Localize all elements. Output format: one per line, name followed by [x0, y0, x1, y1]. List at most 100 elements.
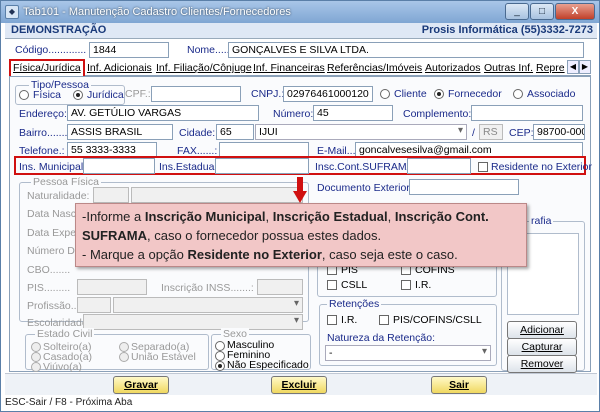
tab-referencias[interactable]: Referências/Imóveis: [325, 60, 424, 76]
numero-input[interactable]: 45: [313, 105, 393, 121]
cep-label: CEP:: [509, 127, 534, 139]
gravar-button[interactable]: Gravar: [113, 376, 169, 394]
masculino-radio[interactable]: [215, 341, 225, 351]
juridica-radio[interactable]: [73, 90, 83, 100]
solteiro-radio[interactable]: [31, 342, 41, 352]
uniao-estavel-radio[interactable]: [119, 352, 129, 362]
codigo-input[interactable]: 1844: [89, 42, 169, 58]
viuvo-radio[interactable]: [31, 362, 41, 372]
profissao-select[interactable]: [113, 297, 303, 313]
naturalidade-input[interactable]: [131, 187, 303, 203]
tab-autorizados[interactable]: Autorizados: [423, 60, 482, 76]
app-icon: ◆: [5, 5, 19, 19]
nao-especificado-label: Não Especificado: [227, 359, 309, 371]
adicionar-button[interactable]: Adicionar: [507, 321, 577, 339]
cidade-label: Cidade:: [179, 127, 216, 139]
pis-label: PIS.........: [27, 282, 71, 294]
naturalidade-code-input[interactable]: [93, 187, 129, 203]
retencao-ir-checkbox[interactable]: [327, 315, 337, 325]
tab-scroll-left-icon[interactable]: ◀: [567, 60, 579, 74]
sair-button[interactable]: Sair: [431, 376, 487, 394]
cidade-select[interactable]: IJUI: [255, 124, 467, 140]
uf-separator: /: [472, 127, 475, 139]
natureza-retencao-select[interactable]: -: [325, 345, 491, 361]
status-bar-text: ESC-Sair / F8 - Próxima Aba: [5, 397, 133, 408]
retencoes-title: Retenções: [327, 298, 382, 310]
tab-outras-inf[interactable]: Outras Inf.: [482, 60, 535, 76]
cbo-label: CBO.......: [27, 264, 71, 276]
associado-radio[interactable]: [513, 89, 523, 99]
tab-bar: Física/Jurídica Inf. Adicionais Inf. Fil…: [9, 59, 591, 78]
suframa-input[interactable]: [407, 158, 471, 174]
callout-bold: Residente no Exterior: [187, 247, 322, 262]
instruction-callout: -Informe a Inscrição Municipal, Inscriçã…: [75, 203, 527, 267]
cliente-radio[interactable]: [380, 89, 390, 99]
excluir-button[interactable]: Excluir: [271, 376, 327, 394]
callout-bold: Inscrição Municipal: [144, 209, 266, 224]
nome-input[interactable]: GONÇALVES E SILVA LTDA.: [228, 42, 584, 58]
ins-estadual-label: Ins.Estadual:: [159, 161, 220, 173]
profissao-code-input[interactable]: [77, 297, 111, 313]
csll-checkbox[interactable]: [327, 280, 337, 290]
close-button[interactable]: X: [555, 3, 595, 20]
callout-bold: SUFRAMA: [82, 228, 147, 243]
escolaridade-select[interactable]: [83, 314, 303, 330]
red-arrow-icon: [293, 177, 307, 203]
cidade-code-input[interactable]: 65: [216, 124, 254, 140]
uf-input[interactable]: RS: [479, 124, 503, 140]
ins-estadual-input[interactable]: [215, 158, 309, 174]
nao-especificado-radio[interactable]: [215, 361, 225, 371]
bairro-input[interactable]: ASSIS BRASIL: [67, 124, 173, 140]
casado-radio[interactable]: [31, 352, 41, 362]
ir-checkbox-label: I.R.: [415, 279, 432, 291]
natureza-retencao-value: -: [329, 347, 333, 359]
separado-radio[interactable]: [119, 342, 129, 352]
endereco-label: Endereço:: [19, 108, 67, 120]
cnpj-input[interactable]: 02976461000120: [283, 86, 373, 102]
fisica-radio[interactable]: [19, 90, 29, 100]
fisica-label: Física: [33, 89, 62, 101]
ir-checkbox[interactable]: [401, 280, 411, 290]
cep-input[interactable]: 98700-000: [533, 124, 585, 140]
window-title: Tab101 - Manutenção Cadastro Clientes/Fo…: [23, 6, 291, 18]
tab-repre[interactable]: Repre: [534, 60, 567, 76]
callout-text: - Marque a opção: [82, 247, 188, 262]
ins-municipal-input[interactable]: [83, 158, 155, 174]
minimize-button[interactable]: _: [505, 3, 529, 20]
tab-inf-financeiras[interactable]: Inf. Financeiras: [251, 60, 327, 76]
fornecedor-radio[interactable]: [434, 89, 444, 99]
profissao-label: Profissão..:: [27, 300, 80, 312]
remover-button[interactable]: Remover: [507, 355, 577, 373]
juridica-label: Jurídica: [87, 89, 124, 101]
data-nascimento-label: Data Nasci: [27, 208, 79, 220]
tab-inf-filiacao[interactable]: Inf. Filiação/Cônjuge: [154, 60, 254, 76]
codigo-label: Código.............: [15, 44, 87, 56]
nome-label: Nome.....:: [187, 44, 233, 56]
cpf-input[interactable]: [151, 86, 241, 102]
callout-line-2: SUFRAMA, caso o fornecedor possua estes …: [82, 226, 520, 245]
tab-inf-adicionais[interactable]: Inf. Adicionais: [85, 60, 154, 76]
residente-exterior-checkbox[interactable]: [478, 162, 488, 172]
cpf-label: CPF.:: [125, 88, 151, 100]
callout-text: , caso o fornecedor possua estes dados.: [147, 228, 382, 243]
endereco-input[interactable]: AV. GETÚLIO VARGAS: [67, 105, 259, 121]
residente-exterior-label: Residente no Exterior: [491, 161, 592, 173]
documento-exterior-input[interactable]: [409, 179, 519, 195]
callout-text: , caso seja este o caso.: [321, 247, 458, 262]
numero-label: Número:: [273, 108, 314, 120]
bairro-label: Bairro.......:: [19, 127, 71, 139]
inscricao-inss-input[interactable]: [257, 279, 303, 295]
pis-input[interactable]: [77, 279, 147, 295]
feminino-radio[interactable]: [215, 351, 225, 361]
capturar-button[interactable]: Capturar: [507, 338, 577, 356]
associado-label: Associado: [527, 88, 576, 100]
estado-civil-title: Estado Civil: [35, 328, 95, 340]
fotografia-title: rafia: [529, 215, 554, 227]
maximize-button[interactable]: □: [530, 3, 554, 20]
title-bar[interactable]: ◆ Tab101 - Manutenção Cadastro Clientes/…: [1, 1, 599, 23]
tab-scroll-right-icon[interactable]: ▶: [579, 60, 591, 74]
naturalidade-label: Naturalidade:: [27, 190, 90, 202]
documento-exterior-label: Documento Exterior.:: [317, 182, 416, 194]
complemento-input[interactable]: [471, 105, 583, 121]
retencao-pis-checkbox[interactable]: [379, 315, 389, 325]
